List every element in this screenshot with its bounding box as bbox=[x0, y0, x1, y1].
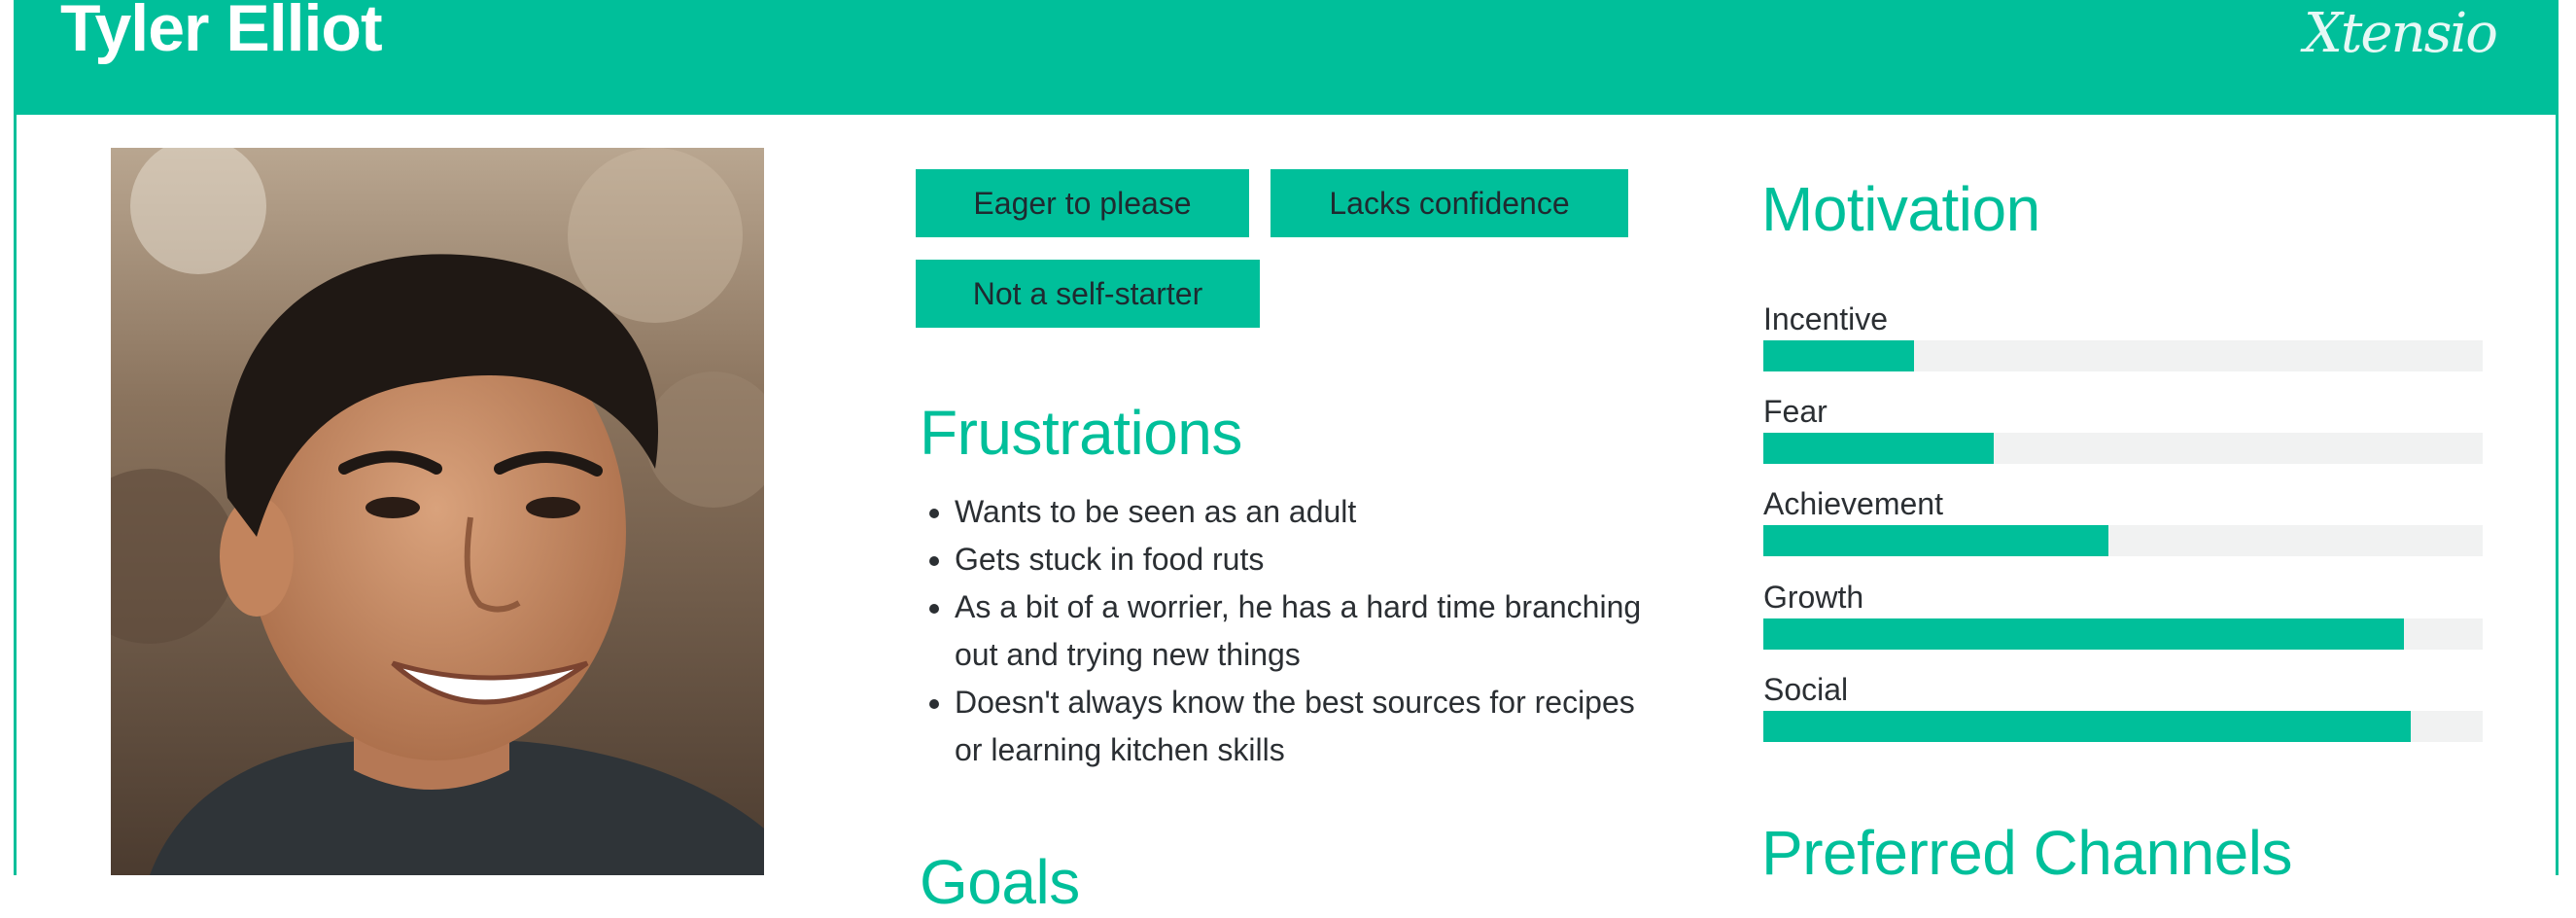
portrait-illustration bbox=[111, 148, 764, 875]
list-item: Wants to be seen as an adult bbox=[955, 488, 1654, 536]
trait-tag: Not a self-starter bbox=[916, 260, 1260, 328]
trait-tag: Eager to please bbox=[916, 169, 1249, 237]
frustrations-heading: Frustrations bbox=[920, 398, 1242, 468]
frustrations-list: Wants to be seen as an adult Gets stuck … bbox=[920, 488, 1654, 774]
motivation-row-social: Social bbox=[1763, 668, 2483, 742]
motivation-bar-fill bbox=[1763, 525, 2109, 556]
preferred-channels-heading: Preferred Channels bbox=[1761, 818, 2292, 888]
motivation-bar-track bbox=[1763, 525, 2483, 556]
motivation-label: Fear bbox=[1763, 394, 1828, 429]
motivation-row-achievement: Achievement bbox=[1763, 482, 2483, 556]
list-item: Doesn't always know the best sources for… bbox=[955, 679, 1654, 774]
portrait-photo bbox=[111, 148, 764, 875]
motivation-heading: Motivation bbox=[1761, 174, 2040, 244]
motivation-bar-fill bbox=[1763, 340, 1915, 371]
motivation-row-growth: Growth bbox=[1763, 576, 2483, 650]
list-item: Gets stuck in food ruts bbox=[955, 536, 1654, 583]
persona-name: Tyler Elliot bbox=[60, 0, 383, 65]
motivation-label: Social bbox=[1763, 672, 1849, 707]
motivation-bar-fill bbox=[1763, 618, 2404, 650]
motivation-label: Growth bbox=[1763, 580, 1864, 615]
motivation-bar-track bbox=[1763, 433, 2483, 464]
motivation-bar-fill bbox=[1763, 711, 2411, 742]
motivation-bar-fill bbox=[1763, 433, 1994, 464]
persona-header: Tyler Elliot Xtensio bbox=[14, 0, 2559, 115]
motivation-bar-track bbox=[1763, 711, 2483, 742]
motivation-label: Achievement bbox=[1763, 486, 1943, 521]
list-item: As a bit of a worrier, he has a hard tim… bbox=[955, 583, 1654, 679]
motivation-label: Incentive bbox=[1763, 301, 1889, 336]
motivation-row-incentive: Incentive bbox=[1763, 298, 2483, 371]
motivation-bar-track bbox=[1763, 618, 2483, 650]
motivation-bar-track bbox=[1763, 340, 2483, 371]
motivation-row-fear: Fear bbox=[1763, 390, 2483, 464]
brand-logo: Xtensio bbox=[2304, 2, 2498, 65]
trait-tag: Lacks confidence bbox=[1271, 169, 1628, 237]
goals-heading: Goals bbox=[920, 847, 1080, 917]
